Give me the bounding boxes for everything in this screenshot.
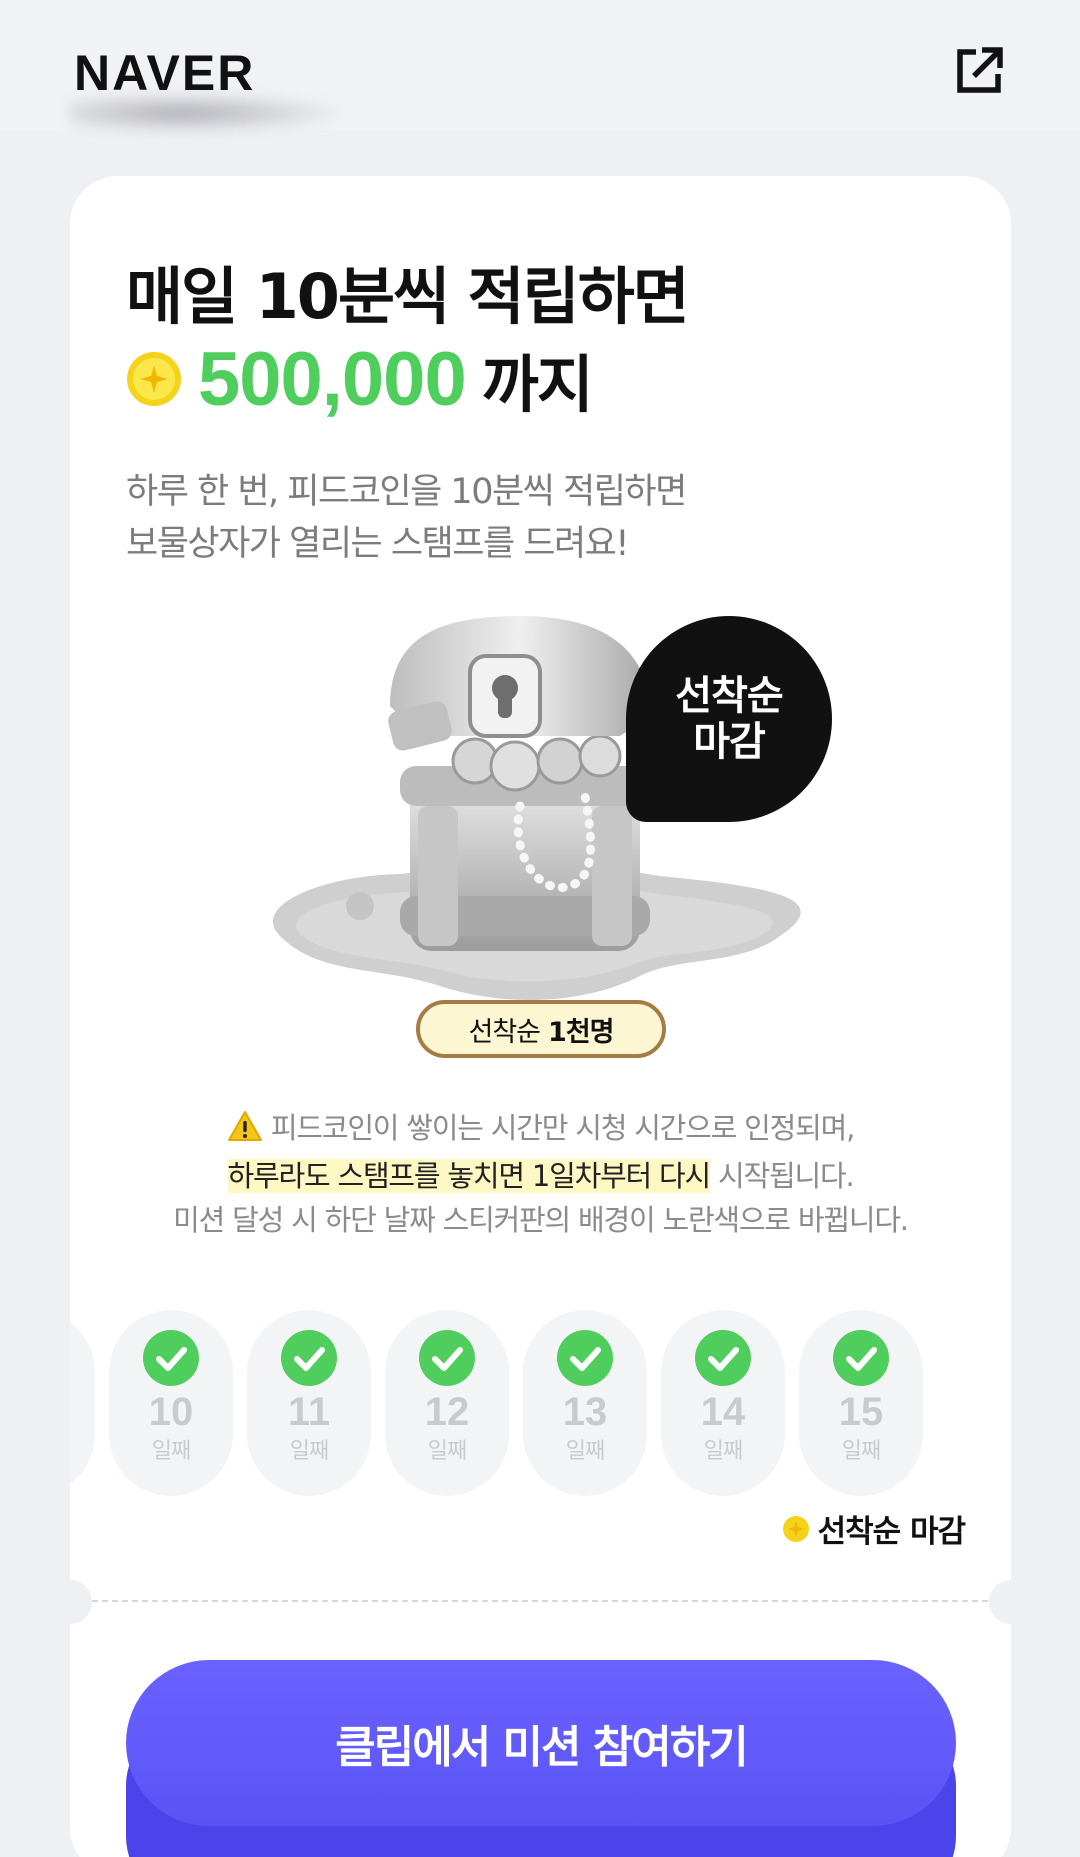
- day-unit: 일째: [289, 1439, 329, 1464]
- notice-line: 하루라도 스탬프를 놓치면 1일차부터 다시 시작됩니다.: [70, 1154, 1011, 1198]
- first-come-limit-pill: 선착순 1천명: [416, 1000, 666, 1058]
- notice-line: 미션 달성 시 하단 날짜 스티커판의 배경이 노란색으로 바뀝니다.: [173, 1203, 909, 1237]
- top-bar: NAVER: [0, 0, 1080, 134]
- check-circle-icon: [281, 1330, 337, 1386]
- badge-line: 선착순: [675, 673, 783, 719]
- day-unit: 일째: [841, 1439, 881, 1464]
- deadline-badge: 선착순 마감: [626, 616, 832, 822]
- notice-line: 피드코인이 쌓이는 시간만 시청 시간으로 인정되며,: [70, 1106, 1011, 1154]
- day-number: 12: [424, 1390, 470, 1434]
- day-number: 13: [562, 1390, 608, 1434]
- check-circle-icon: [833, 1330, 889, 1386]
- check-circle-icon: [419, 1330, 475, 1386]
- day-stamp: 9일째: [70, 1310, 95, 1496]
- mission-card: 매일 10분씩 적립하면 500,000 까지 하루 한 번, 피드코인을 10…: [48, 176, 1033, 1857]
- day-number: 14: [700, 1390, 746, 1434]
- stamp-board[interactable]: 9일째 10 일째 11 일째 12 일째 13 일째 14 일째 15 일째: [70, 1310, 1011, 1500]
- reward-amount-suffix: 까지: [481, 348, 594, 421]
- day-stamp: 10 일째: [109, 1310, 233, 1496]
- day-stamp: 14 일째: [661, 1310, 785, 1496]
- day-stamp: 12 일째: [385, 1310, 509, 1496]
- day-number: 10: [148, 1390, 194, 1434]
- notice-text: 피드코인이 쌓이는 시간만 시청 시간으로 인정되며,: [270, 1111, 855, 1145]
- logo-shadow: [70, 92, 350, 134]
- limit-prefix: 선착순: [468, 1016, 542, 1048]
- legend-label: 선착순 마감: [817, 1514, 966, 1550]
- notice-highlight: 하루라도 스탬프를 놓치면 1일차부터 다시: [227, 1159, 711, 1193]
- ticket-notch: [48, 1580, 92, 1624]
- description-line: 보물상자가 열리는 스탬프를 드려요!: [126, 524, 629, 564]
- notice-text: 시작됩니다.: [710, 1159, 855, 1193]
- mission-notice: 피드코인이 쌓이는 시간만 시청 시간으로 인정되며, 하루라도 스탬프를 놓치…: [70, 1106, 1011, 1242]
- legend: 선착순 마감: [782, 1506, 966, 1551]
- check-circle-icon: [143, 1330, 199, 1386]
- day-unit: 일째: [427, 1439, 467, 1464]
- join-mission-button[interactable]: 클립에서 미션 참여하기: [126, 1660, 956, 1826]
- day-number: 15: [838, 1390, 884, 1434]
- check-circle-icon: [557, 1330, 613, 1386]
- day-stamp: 13 일째: [523, 1310, 647, 1496]
- coin-icon: [782, 1515, 809, 1542]
- limit-count: 1천명: [548, 1016, 614, 1048]
- coin-icon: [127, 352, 181, 406]
- reward-amount: 500,000: [198, 336, 467, 422]
- day-stamp: 15 일째: [799, 1310, 923, 1496]
- description-line: 하루 한 번, 피드코인을 10분씩 적립하면: [126, 472, 687, 512]
- day-unit: 일째: [565, 1439, 605, 1464]
- day-unit: 일째: [151, 1439, 191, 1464]
- external-link-icon[interactable]: [952, 42, 1008, 98]
- hero-description: 하루 한 번, 피드코인을 10분씩 적립하면 보물상자가 열리는 스탬프를 드…: [126, 466, 946, 570]
- day-stamp: 11 일째: [247, 1310, 371, 1496]
- check-circle-icon: [695, 1330, 751, 1386]
- badge-line: 마감: [693, 719, 766, 765]
- warning-icon: [227, 1110, 263, 1154]
- dashed-divider: [92, 1600, 988, 1602]
- day-unit: 일째: [703, 1439, 743, 1464]
- hero-title: 매일 10분씩 적립하면: [126, 260, 690, 333]
- day-number: 11: [287, 1390, 331, 1434]
- ticket-notch: [989, 1580, 1033, 1624]
- hero-amount-row: 500,000 까지: [126, 334, 594, 424]
